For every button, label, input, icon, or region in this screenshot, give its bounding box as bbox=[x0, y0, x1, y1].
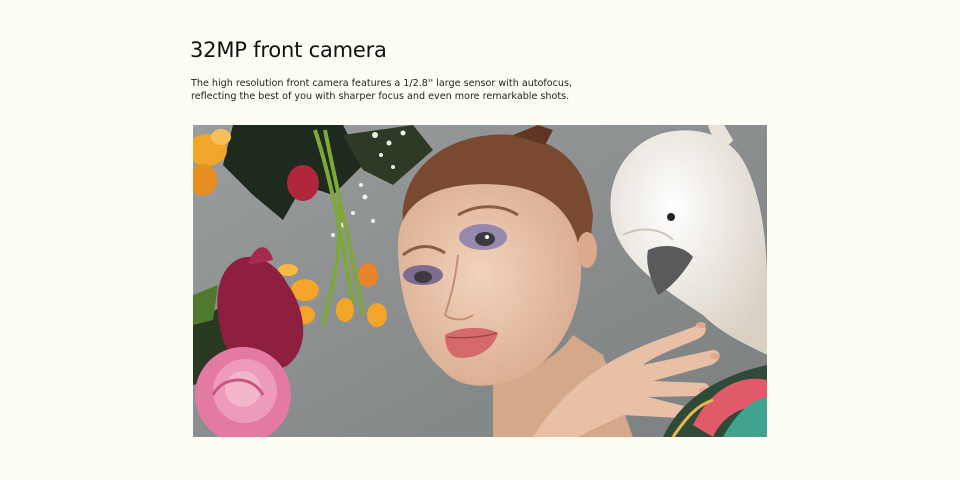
feature-title: 32MP front camera bbox=[190, 38, 387, 62]
feature-description: The high resolution front camera feature… bbox=[191, 77, 611, 103]
feature-description-line-2: reflecting the best of you with sharper … bbox=[191, 91, 570, 102]
feature-description-line-1: The high resolution front camera feature… bbox=[191, 78, 573, 89]
sample-photo-illustration bbox=[193, 125, 767, 437]
ear bbox=[577, 232, 597, 268]
front-camera-sample-photo bbox=[193, 125, 767, 437]
red-bloom bbox=[287, 165, 319, 201]
camera-feature-section: 32MP front camera The high resolution fr… bbox=[0, 0, 960, 480]
